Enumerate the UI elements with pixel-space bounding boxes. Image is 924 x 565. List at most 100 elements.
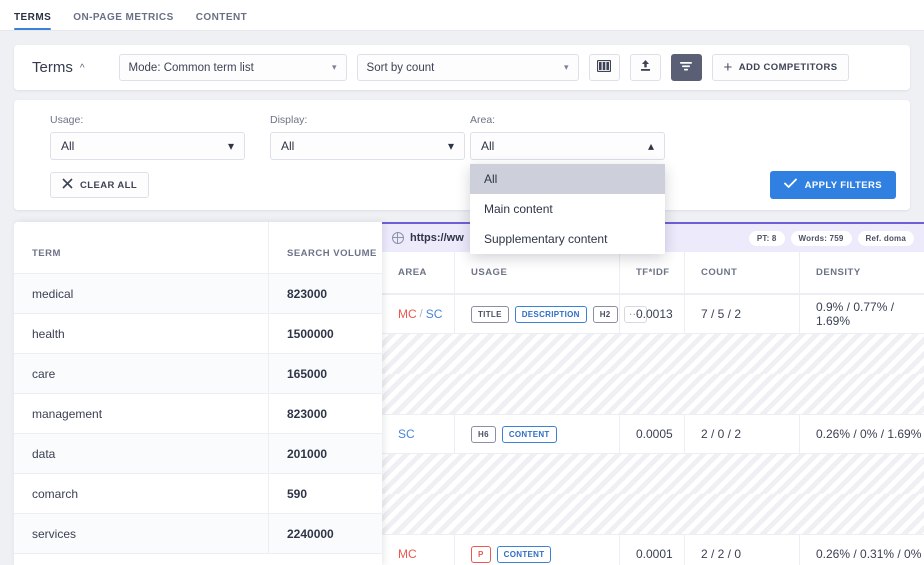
display-filter-label: Display: (270, 114, 308, 126)
area-tag-mc: MC (398, 307, 417, 321)
apply-filters-button[interactable]: APPLY FILTERS (769, 171, 896, 199)
column-header-tfidf: TF*IDF (619, 252, 684, 293)
apply-filters-label: APPLY FILTERS (804, 179, 882, 191)
term-cell: care (32, 366, 56, 381)
usage-badge-title[interactable]: TITLE (471, 305, 509, 323)
column-header-term: TERM (32, 248, 61, 259)
sort-select[interactable]: Sort by count ▾ (356, 54, 579, 81)
empty-row (382, 454, 924, 494)
chevron-down-icon: ▾ (332, 62, 337, 72)
columns-button[interactable] (588, 54, 620, 81)
area-tag-sc: SC (425, 307, 443, 321)
competitor-url[interactable]: https://ww (410, 232, 464, 244)
table-row[interactable]: medical 823000 (14, 274, 382, 314)
dropdown-option-supplementary-content[interactable]: Supplementary content (470, 224, 665, 254)
empty-row (382, 334, 924, 374)
table-row[interactable]: comarch 590 (14, 474, 382, 514)
table-row[interactable]: SC H6 CONTENT 0.0005 2 / 0 / 2 0.26% / 0… (382, 414, 924, 454)
tab-terms[interactable]: TERMS (14, 12, 52, 30)
app-root: TERMS ON-PAGE METRICS CONTENT Terms ^ Mo… (0, 0, 924, 565)
area-filter-dropdown: All Main content Supplementary content (470, 164, 665, 254)
empty-row (382, 374, 924, 414)
search-volume-cell: 823000 (268, 274, 382, 313)
chevron-down-icon: ▾ (227, 139, 234, 153)
terms-toolbar: Terms ^ Mode: Common term list ▾ Sort by… (14, 45, 910, 90)
search-volume-cell: 590 (268, 474, 382, 513)
usage-badge-h2[interactable]: H2 (592, 305, 618, 323)
term-cell: health (32, 326, 65, 341)
sort-select-value: Sort by count (366, 61, 435, 74)
term-cell: comarch (32, 486, 79, 501)
column-header-usage: USAGE (454, 252, 619, 293)
column-header-area: AREA (398, 267, 427, 278)
tfidf-cell: 0.0013 (619, 295, 684, 333)
search-volume-cell: 165000 (268, 354, 382, 393)
tab-on-page-metrics[interactable]: ON-PAGE METRICS (73, 12, 173, 30)
density-cell: 0.9% / 0.77% / 1.69% (799, 295, 924, 333)
term-cell: services (32, 526, 77, 541)
usage-cell: TITLE DESCRIPTION H2 ··· (454, 295, 647, 333)
filter-panel: Usage: All ▾ Display: All ▾ Area: All ▴ (14, 100, 910, 210)
density-cell: 0.26% / 0% / 1.69% (799, 415, 924, 453)
column-header-density: DENSITY (799, 252, 924, 293)
clear-all-button[interactable]: CLEAR ALL (50, 172, 150, 198)
add-competitors-button[interactable]: + ADD COMPETITORS (711, 54, 850, 81)
search-volume-cell: 2240000 (268, 514, 382, 553)
upload-icon (639, 59, 652, 77)
competitor-metrics: PT: 8 Words: 759 Ref. doma (748, 230, 914, 246)
usage-badge-description[interactable]: DESCRIPTION (514, 305, 587, 323)
usage-filter-select[interactable]: All ▾ (50, 132, 245, 160)
tfidf-cell: 0.0005 (619, 415, 684, 453)
status-badge: PT: 8 (748, 230, 785, 246)
mode-select-value: Mode: Common term list (128, 61, 254, 74)
mode-select[interactable]: Mode: Common term list ▾ (118, 54, 347, 81)
upload-button[interactable] (629, 54, 661, 81)
table-row[interactable]: management 823000 (14, 394, 382, 434)
status-badge: Words: 759 (790, 230, 852, 246)
area-filter-label: Area: (470, 114, 496, 126)
usage-badge-content[interactable]: CONTENT (501, 425, 557, 443)
area-filter-group: Area: All ▴ (470, 114, 665, 160)
dropdown-option-main-content[interactable]: Main content (470, 194, 665, 224)
term-cell: management (32, 406, 103, 421)
terms-table: TERM SEARCH VOLUME medical 823000 health… (14, 222, 382, 565)
usage-badge-h6[interactable]: H6 (471, 425, 496, 443)
area-filter-value: All (481, 139, 495, 153)
term-cell: medical (32, 286, 74, 301)
table-row[interactable]: care 165000 (14, 354, 382, 394)
usage-badge-content[interactable]: CONTENT (496, 545, 552, 563)
add-competitors-label: ADD COMPETITORS (738, 62, 838, 73)
search-volume-cell: 201000 (268, 434, 382, 473)
tab-content[interactable]: CONTENT (196, 12, 247, 30)
table-row[interactable]: services 2240000 (14, 514, 382, 554)
chevron-up-icon: ▴ (647, 139, 654, 153)
terms-table-header: TERM SEARCH VOLUME (14, 222, 382, 274)
display-filter-value: All (281, 139, 295, 153)
area-filter-select[interactable]: All ▴ (470, 132, 665, 160)
filter-icon (679, 59, 693, 77)
usage-filter-label: Usage: (50, 114, 84, 126)
dropdown-option-all[interactable]: All (470, 164, 665, 194)
tfidf-cell: 0.0001 (619, 535, 684, 565)
column-header-count: COUNT (684, 252, 799, 293)
display-filter-group: Display: All ▾ (270, 114, 465, 160)
clear-all-label: CLEAR ALL (80, 179, 138, 191)
table-row[interactable]: MC / SC TITLE DESCRIPTION H2 ··· 0.0013 … (382, 294, 924, 334)
area-cell: MC (382, 535, 454, 565)
usage-cell: P CONTENT (454, 535, 619, 565)
usage-badge-p[interactable]: P (471, 545, 491, 563)
terms-panel-title[interactable]: Terms ^ (32, 59, 85, 76)
status-badge: Ref. doma (857, 230, 914, 246)
empty-row (382, 494, 924, 534)
check-icon (783, 178, 797, 192)
search-volume-cell: 1500000 (268, 314, 382, 353)
display-filter-select[interactable]: All ▾ (270, 132, 465, 160)
table-row[interactable]: data 201000 (14, 434, 382, 474)
page-title: Terms (32, 59, 73, 76)
usage-filter-group: Usage: All ▾ (50, 114, 245, 160)
table-row[interactable]: health 1500000 (14, 314, 382, 354)
competitor-table: https://ww PT: 8 Words: 759 Ref. doma AR… (382, 222, 924, 565)
table-row[interactable]: MC P CONTENT 0.0001 2 / 2 / 0 0.26% / 0.… (382, 534, 924, 565)
count-cell: 2 / 2 / 0 (684, 535, 799, 565)
filter-button[interactable] (670, 54, 702, 81)
